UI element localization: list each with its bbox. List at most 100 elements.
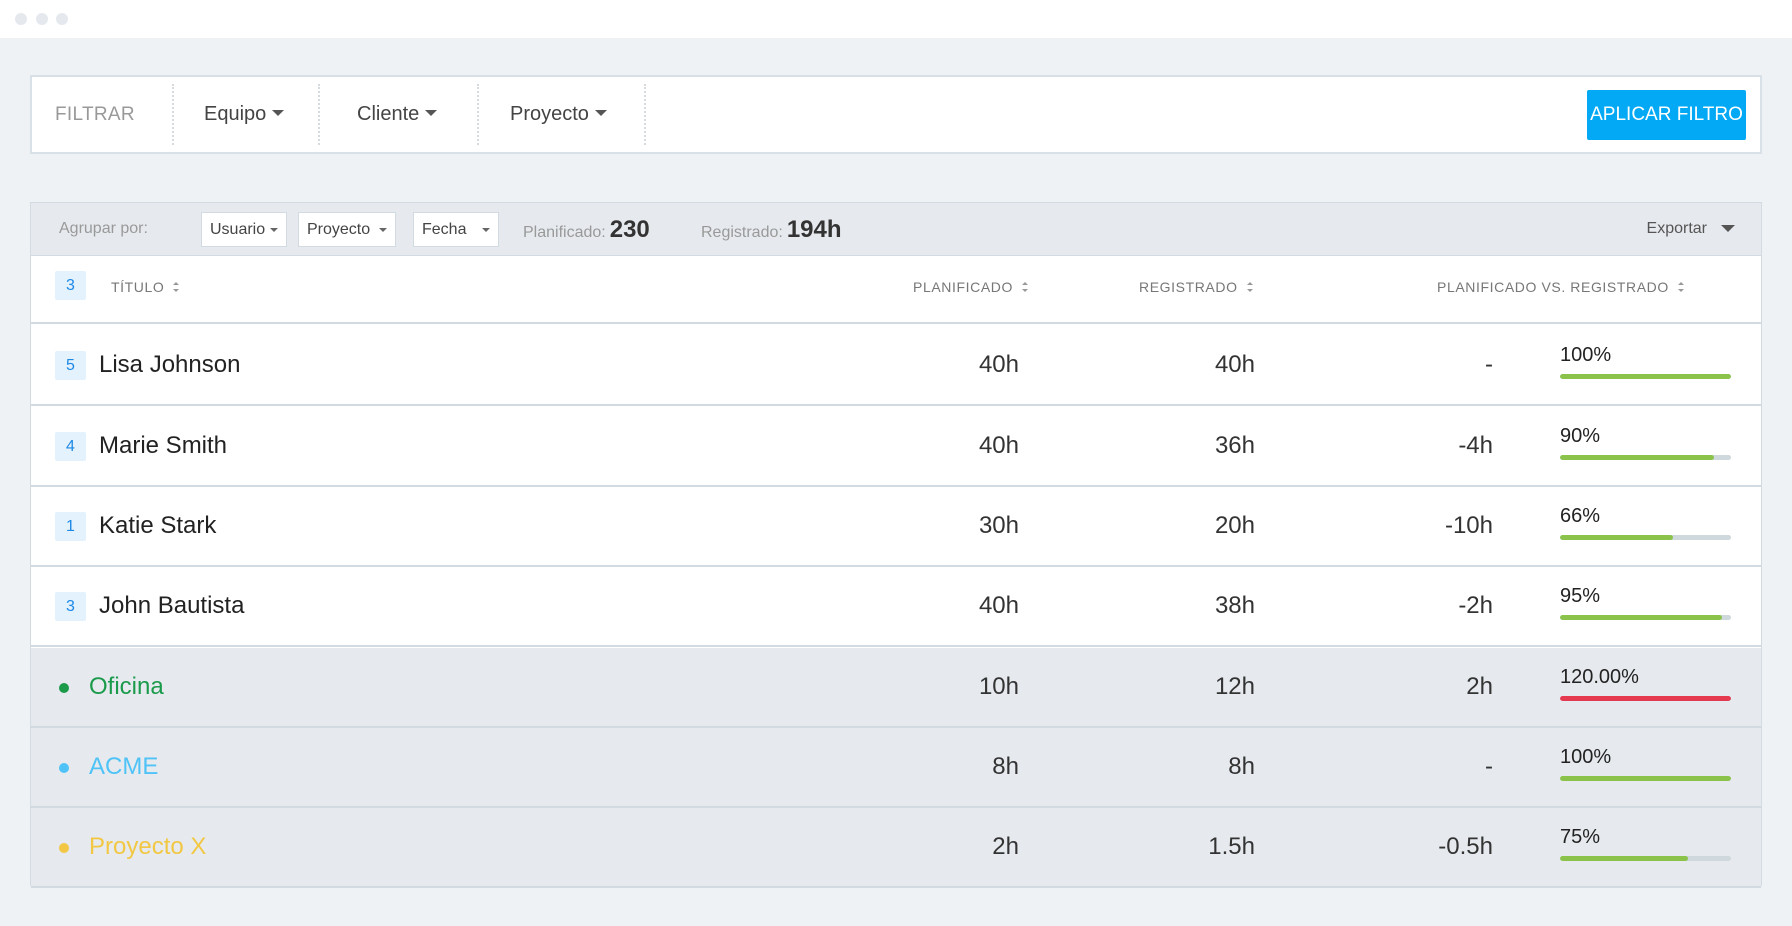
select-label: Usuario bbox=[210, 221, 266, 238]
filter-label: FILTRAR bbox=[55, 104, 135, 125]
logged-cell: 40h bbox=[1214, 351, 1255, 378]
percent-label: 100% bbox=[1560, 746, 1612, 768]
group-by-project-select[interactable]: Proyecto bbox=[298, 212, 396, 247]
window-dot-minimize[interactable] bbox=[36, 13, 48, 25]
filter-divider bbox=[477, 84, 479, 145]
table-row-user[interactable]: 3 John Bautista 40h 38h -2h 95% bbox=[31, 567, 1761, 647]
progress-fill bbox=[1560, 535, 1673, 540]
table-row-user[interactable]: 1 Katie Stark 30h 20h -10h 66% bbox=[31, 487, 1761, 567]
logged-cell: 8h bbox=[1228, 753, 1255, 780]
difference-cell: - bbox=[1485, 753, 1493, 780]
progress-fill bbox=[1560, 776, 1731, 781]
planned-cell: 40h bbox=[978, 592, 1019, 619]
percent-label: 120.00% bbox=[1560, 666, 1639, 688]
sort-icon bbox=[1021, 282, 1028, 293]
column-header-planned[interactable]: PLANIFICADO bbox=[913, 257, 1028, 317]
planned-cell: 40h bbox=[978, 432, 1019, 459]
filter-team-label: Equipo bbox=[204, 103, 267, 125]
table-header: 3 TÍTULO PLANIFICADO REGISTRADO PLANIFIC… bbox=[31, 257, 1761, 324]
logged-cell: 38h bbox=[1214, 592, 1255, 619]
item-count-badge: 4 bbox=[55, 432, 86, 461]
column-header-label: TÍTULO bbox=[111, 279, 165, 295]
percent-label: 95% bbox=[1560, 585, 1601, 607]
apply-filter-button[interactable]: APLICAR FILTRO bbox=[1587, 90, 1746, 140]
row-title: Katie Stark bbox=[99, 512, 217, 539]
filter-project-label: Proyecto bbox=[510, 103, 589, 125]
window-dot-close[interactable] bbox=[15, 13, 27, 25]
difference-cell: -2h bbox=[1458, 592, 1493, 619]
logged-cell: 12h bbox=[1214, 673, 1255, 700]
chevron-down-icon bbox=[594, 110, 607, 117]
group-by-date-select[interactable]: Fecha bbox=[413, 212, 499, 247]
table-row-user[interactable]: 5 Lisa Johnson 40h 40h - 100% bbox=[31, 326, 1761, 406]
chevron-down-icon bbox=[425, 110, 438, 117]
export-label: Exportar bbox=[1646, 220, 1707, 237]
table-toolbar: Agrupar por: Usuario Proyecto Fecha Plan… bbox=[31, 203, 1761, 256]
column-header-title[interactable]: TÍTULO bbox=[111, 257, 180, 317]
logged-total: Registrado: 194h bbox=[701, 203, 842, 255]
filter-divider bbox=[644, 84, 646, 145]
row-title: John Bautista bbox=[99, 592, 245, 619]
chevron-down-icon bbox=[482, 228, 490, 232]
chevron-down-icon bbox=[270, 228, 278, 232]
filter-bar: FILTRAR Equipo Cliente Proyecto APLICAR … bbox=[30, 75, 1762, 154]
group-by-user-select[interactable]: Usuario bbox=[201, 212, 287, 247]
group-by-label: Agrupar por: bbox=[59, 220, 148, 237]
column-header-planned-vs-logged[interactable]: PLANIFICADO VS. REGISTRADO bbox=[1437, 257, 1684, 317]
table-row-project[interactable]: ACME 8h 8h - 100% bbox=[31, 728, 1761, 808]
progress-fill bbox=[1560, 856, 1689, 861]
progress-bar bbox=[1560, 535, 1731, 540]
progress-bar bbox=[1560, 374, 1731, 379]
logged-cell: 36h bbox=[1214, 432, 1255, 459]
sort-icon bbox=[173, 282, 180, 293]
sort-icon bbox=[1246, 282, 1253, 293]
planned-total-value: 230 bbox=[609, 216, 650, 243]
planned-cell: 40h bbox=[978, 351, 1019, 378]
percent-label: 100% bbox=[1560, 344, 1612, 366]
row-count-badge: 3 bbox=[55, 271, 86, 300]
logged-cell: 20h bbox=[1214, 512, 1255, 539]
column-header-logged[interactable]: REGISTRADO bbox=[1139, 257, 1253, 317]
planned-cell: 8h bbox=[992, 753, 1019, 780]
percent-label: 66% bbox=[1560, 505, 1601, 527]
sort-icon bbox=[1677, 282, 1684, 293]
planned-total-label: Planificado: bbox=[523, 224, 606, 241]
window-titlebar bbox=[0, 0, 1792, 38]
progress-fill bbox=[1560, 696, 1731, 701]
difference-cell: -0.5h bbox=[1438, 833, 1493, 860]
progress-fill bbox=[1560, 455, 1714, 460]
filter-team-dropdown[interactable]: Equipo bbox=[204, 77, 285, 152]
table-row-user[interactable]: 4 Marie Smith 40h 36h -4h 90% bbox=[31, 407, 1761, 487]
difference-cell: -4h bbox=[1458, 432, 1493, 459]
filter-divider bbox=[172, 84, 174, 145]
row-title: ACME bbox=[89, 753, 159, 780]
progress-fill bbox=[1560, 615, 1723, 620]
row-title: Oficina bbox=[89, 673, 164, 700]
row-title: Proyecto X bbox=[89, 833, 207, 860]
chevron-down-icon bbox=[379, 228, 387, 232]
planned-cell: 30h bbox=[978, 512, 1019, 539]
select-label: Fecha bbox=[422, 221, 467, 238]
difference-cell: - bbox=[1485, 351, 1493, 378]
caret-down-icon bbox=[1721, 225, 1735, 233]
filter-client-label: Cliente bbox=[357, 103, 420, 125]
planned-cell: 2h bbox=[992, 833, 1019, 860]
item-count-badge: 3 bbox=[55, 592, 86, 621]
difference-cell: 2h bbox=[1466, 673, 1493, 700]
progress-bar bbox=[1560, 776, 1731, 781]
column-header-label: PLANIFICADO VS. REGISTRADO bbox=[1437, 279, 1669, 295]
filter-client-dropdown[interactable]: Cliente bbox=[357, 77, 438, 152]
filter-project-dropdown[interactable]: Proyecto bbox=[510, 77, 607, 152]
column-header-label: REGISTRADO bbox=[1139, 279, 1238, 295]
window-dot-maximize[interactable] bbox=[56, 13, 68, 25]
filter-divider bbox=[318, 84, 320, 145]
item-count-badge: 5 bbox=[55, 351, 86, 380]
difference-cell: -10h bbox=[1444, 512, 1493, 539]
progress-bar bbox=[1560, 615, 1731, 620]
export-dropdown[interactable]: Exportar bbox=[1647, 203, 1735, 255]
table-row-project[interactable]: Proyecto X 2h 1.5h -0.5h 75% bbox=[31, 808, 1761, 888]
table-row-project[interactable]: Oficina 10h 12h 2h 120.00% bbox=[31, 648, 1761, 728]
logged-cell: 1.5h bbox=[1208, 833, 1255, 860]
progress-bar bbox=[1560, 455, 1731, 460]
column-header-label: PLANIFICADO bbox=[913, 279, 1013, 295]
